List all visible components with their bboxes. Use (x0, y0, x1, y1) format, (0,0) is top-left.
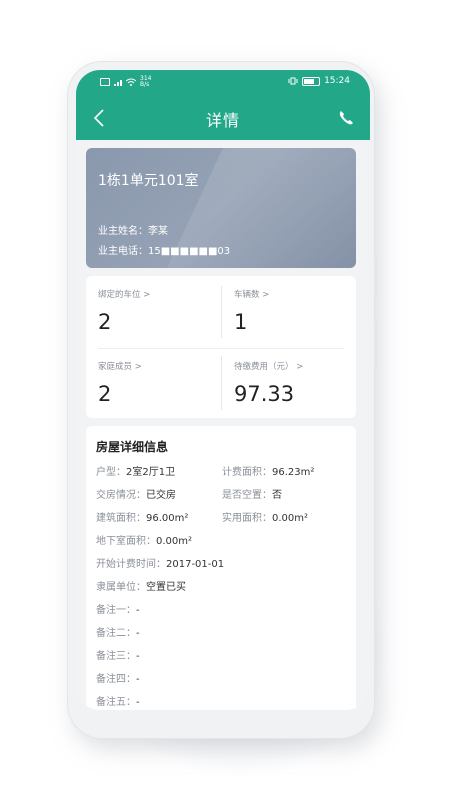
detail-key: 建筑面积： (96, 513, 146, 524)
detail-row-affiliation: 隶属单位：空置已买 (96, 578, 186, 593)
pending-fee-stat[interactable]: 待缴费用（元） > 97.33 (234, 360, 354, 406)
detail-value: 否 (272, 490, 282, 501)
pending-fee-value: 97.33 (234, 382, 295, 406)
detail-row-delivery: 交房情况：已交房 (96, 486, 176, 501)
stats-card: 绑定的车位 > 2 车辆数 > 1 家庭成员 > 2 待缴费用（元） > 97.… (86, 276, 356, 418)
owner-info: 业主姓名：李某 (98, 222, 168, 237)
family-stat[interactable]: 家庭成员 > 2 (98, 360, 218, 406)
detail-value: 空置已买 (146, 582, 186, 593)
detail-key: 实用面积： (222, 513, 272, 524)
net-speed-unit: B/s (140, 81, 150, 88)
detail-key: 是否空置： (222, 490, 272, 501)
detail-row-usable-area: 实用面积：0.00m² (222, 509, 308, 524)
signal-icon (114, 79, 122, 86)
detail-row-note-3: 备注三：- (96, 647, 140, 662)
power-button (374, 322, 378, 370)
detail-value: - (136, 697, 140, 708)
detail-key: 开始计费时间： (96, 559, 166, 570)
detail-value: - (136, 628, 140, 639)
detail-row-note-2: 备注二：- (96, 624, 140, 639)
detail-value: 0.00m² (156, 536, 193, 547)
house-card: 1栋1单元101室 业主姓名：李某 业主电话：15■■■■■■03 (86, 148, 356, 268)
bound-parking-stat[interactable]: 绑定的车位 > 2 (98, 288, 218, 334)
bound-parking-label: 绑定的车位 > (98, 290, 151, 300)
vehicles-value: 1 (234, 310, 248, 334)
vibrate-icon (288, 77, 298, 85)
status-bar: 314 B/s 15:24 (76, 70, 370, 94)
detail-key: 备注一： (96, 605, 136, 616)
detail-value: - (136, 651, 140, 662)
detail-value: - (136, 674, 140, 685)
detail-key: 备注三： (96, 651, 136, 662)
page-title: 详情 (205, 111, 240, 130)
app-header: 314 B/s 15:24 详情 (76, 70, 370, 140)
family-value: 2 (98, 382, 112, 406)
phone-label: 业主电话： (98, 246, 148, 257)
detail-key: 隶属单位： (96, 582, 146, 593)
detail-row-layout: 户型：2室2厅1卫 (96, 463, 175, 478)
detail-row-building-area: 建筑面积：96.00m² (96, 509, 188, 524)
divider (221, 286, 222, 338)
detail-row-billing-start: 开始计费时间：2017-01-01 (96, 555, 224, 570)
detail-key: 备注五： (96, 697, 136, 708)
divider (221, 356, 222, 410)
detail-row-vacant: 是否空置：否 (222, 486, 282, 501)
detail-row-billing-area: 计费面积：96.23m² (222, 463, 314, 478)
bound-parking-value: 2 (98, 310, 112, 334)
vehicles-label: 车辆数 > (234, 290, 270, 300)
detail-row-note-1: 备注一：- (96, 601, 140, 616)
call-icon[interactable] (336, 108, 356, 128)
detail-key: 备注四： (96, 674, 136, 685)
detail-value: 0.00m² (272, 513, 309, 524)
detail-key: 计费面积： (222, 467, 272, 478)
room-title: 1栋1单元101室 (98, 173, 199, 189)
app-screen: 314 B/s 15:24 详情 1栋1单元101室 业主姓名：李某 业主电话：… (76, 70, 370, 710)
divider (98, 348, 344, 349)
owner-phone: 业主电话：15■■■■■■03 (98, 242, 230, 257)
net-speed: 314 B/s (140, 76, 154, 88)
phone-number: 15■■■■■■03 (148, 246, 231, 257)
battery-icon (302, 76, 321, 86)
detail-title: 房屋详细信息 (96, 440, 169, 454)
sim-icon (100, 78, 110, 86)
detail-key: 备注二： (96, 628, 136, 639)
vehicles-stat[interactable]: 车辆数 > 1 (234, 288, 354, 334)
status-time: 15:24 (324, 76, 350, 86)
detail-value: 2017-01-01 (166, 559, 225, 570)
house-detail-card: 房屋详细信息 户型：2室2厅1卫 计费面积：96.23m² 交房情况：已交房 是… (86, 426, 356, 710)
detail-value: 96.23m² (272, 467, 315, 478)
detail-row-note-5: 备注五：- (96, 693, 140, 708)
detail-value: 96.00m² (146, 513, 189, 524)
detail-value: 2室2厅1卫 (126, 467, 176, 478)
family-label: 家庭成员 > (98, 362, 142, 372)
detail-row-basement-area: 地下室面积：0.00m² (96, 532, 192, 547)
wifi-icon (126, 78, 136, 86)
detail-row-note-4: 备注四：- (96, 670, 140, 685)
volume-button (374, 258, 378, 296)
detail-key: 地下室面积： (96, 536, 156, 547)
detail-value: - (136, 605, 140, 616)
detail-key: 交房情况： (96, 490, 146, 501)
pending-fee-label: 待缴费用（元） > (234, 362, 304, 372)
nav-bar: 详情 (76, 100, 370, 138)
detail-key: 户型： (96, 467, 126, 478)
owner-label: 业主姓名： (98, 226, 148, 237)
detail-value: 已交房 (146, 490, 176, 501)
owner-name: 李某 (148, 226, 168, 237)
